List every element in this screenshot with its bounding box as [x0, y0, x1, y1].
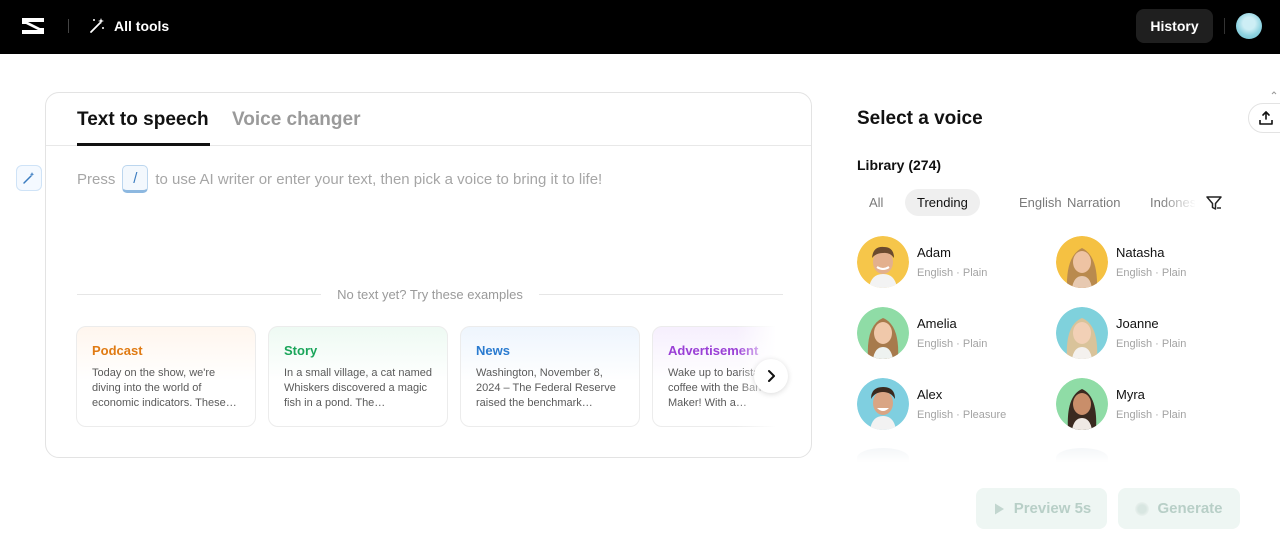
voice-name: Amelia — [917, 316, 957, 331]
chevron-right-icon — [768, 370, 775, 382]
slash-key-hint: / — [122, 165, 149, 193]
voice-item-myra[interactable]: Myra English · Plain — [1056, 378, 1246, 432]
example-card-news[interactable]: News Washington, November 8, 2024 – The … — [460, 326, 640, 427]
text-input-placeholder[interactable]: Press / to use AI writer or enter your t… — [77, 165, 602, 193]
tab-text-to-speech[interactable]: Text to speech — [77, 109, 209, 131]
magic-pen-icon — [23, 172, 35, 184]
voice-name: Natasha — [1116, 245, 1165, 260]
upload-icon — [1259, 111, 1273, 125]
library-count: Library (274) — [857, 157, 942, 173]
editor-card: Text to speech Voice changer Press / to … — [45, 92, 812, 458]
voice-name: Adam — [917, 245, 951, 260]
divider — [1224, 18, 1225, 34]
voice-meta: English · Pleasure — [917, 409, 1007, 421]
voice-name: Myra — [1116, 387, 1145, 402]
all-tools-label: All tools — [114, 18, 170, 34]
voice-item-alex[interactable]: Alex English · Pleasure — [857, 378, 1047, 432]
voice-item-amelia[interactable]: Amelia English · Plain — [857, 307, 1047, 361]
user-avatar[interactable] — [1236, 13, 1262, 39]
select-voice-title: Select a voice — [857, 108, 983, 129]
preview-button[interactable]: Preview 5s — [976, 488, 1107, 529]
filter-chip-narration[interactable]: Narration — [1055, 189, 1132, 216]
generate-label: Generate — [1157, 500, 1223, 517]
capcut-logo-icon[interactable] — [20, 14, 46, 38]
example-title: Podcast — [92, 343, 143, 358]
voice-meta: English · Plain — [1116, 338, 1187, 350]
all-tools-button[interactable]: All tools — [88, 16, 169, 36]
voice-item-joanne[interactable]: Joanne English · Plain — [1056, 307, 1246, 361]
generate-button[interactable]: Generate — [1118, 488, 1240, 529]
example-title: Story — [284, 343, 318, 358]
active-tab-indicator — [77, 143, 210, 146]
generate-icon — [1135, 501, 1150, 516]
side-panel-toggle[interactable] — [1248, 103, 1280, 133]
examples-heading: No text yet? Try these examples — [337, 286, 523, 302]
filter-icon[interactable] — [1205, 194, 1223, 212]
voice-avatar — [857, 378, 909, 430]
magic-wand-icon — [90, 18, 104, 33]
play-icon — [994, 503, 1004, 514]
example-text: Washington, November 8, 2024 – The Feder… — [476, 367, 616, 409]
carousel-next-button[interactable] — [754, 359, 788, 393]
filter-chip-all[interactable]: All — [857, 189, 895, 216]
voice-avatar — [857, 236, 909, 288]
example-card-story[interactable]: Story In a small village, a cat named Wh… — [268, 326, 448, 427]
voice-meta: English · Plain — [917, 338, 988, 350]
voice-meta: English · Plain — [917, 267, 988, 279]
examples-divider: No text yet? Try these examples — [77, 285, 784, 303]
divider-line — [77, 293, 322, 295]
prompt-rest-text: to use AI writer or enter your text, the… — [155, 170, 603, 188]
voice-avatar — [1056, 378, 1108, 430]
voice-avatar — [857, 307, 909, 359]
editor-tabs: Text to speech Voice changer — [46, 93, 811, 146]
examples-carousel: Podcast Today on the show, we're diving … — [76, 326, 782, 427]
prompt-press-text: Press — [77, 170, 116, 188]
filter-chip-trending[interactable]: Trending — [905, 189, 980, 216]
example-text: In a small village, a cat named Whiskers… — [284, 367, 432, 409]
example-card-podcast[interactable]: Podcast Today on the show, we're diving … — [76, 326, 256, 427]
voice-item-natasha[interactable]: Natasha English · Plain — [1056, 236, 1246, 290]
voice-item-adam[interactable]: Adam English · Plain — [857, 236, 1047, 290]
example-text: Today on the show, we're diving into the… — [92, 367, 237, 409]
voice-name: Alex — [917, 387, 943, 402]
tab-voice-changer[interactable]: Voice changer — [232, 109, 360, 131]
history-button[interactable]: History — [1136, 9, 1213, 43]
voice-meta: English · Plain — [1116, 409, 1187, 421]
voice-avatar — [1056, 307, 1108, 359]
divider — [68, 19, 69, 33]
voice-name: Joanne — [1116, 316, 1159, 331]
voice-meta: English · Plain — [1116, 267, 1187, 279]
divider-line — [538, 293, 784, 295]
preview-label: Preview 5s — [1013, 500, 1092, 517]
top-bar: All tools History — [0, 0, 1280, 54]
voice-avatar — [1056, 236, 1108, 288]
ai-writer-button[interactable] — [16, 165, 42, 191]
filters-fade — [1160, 189, 1196, 216]
voice-filter-chips: All Trending English Narration Indonesia… — [857, 189, 1195, 216]
example-title: News — [476, 343, 510, 358]
chevron-up-icon — [1271, 91, 1277, 95]
voices-list-fade — [845, 440, 1235, 468]
